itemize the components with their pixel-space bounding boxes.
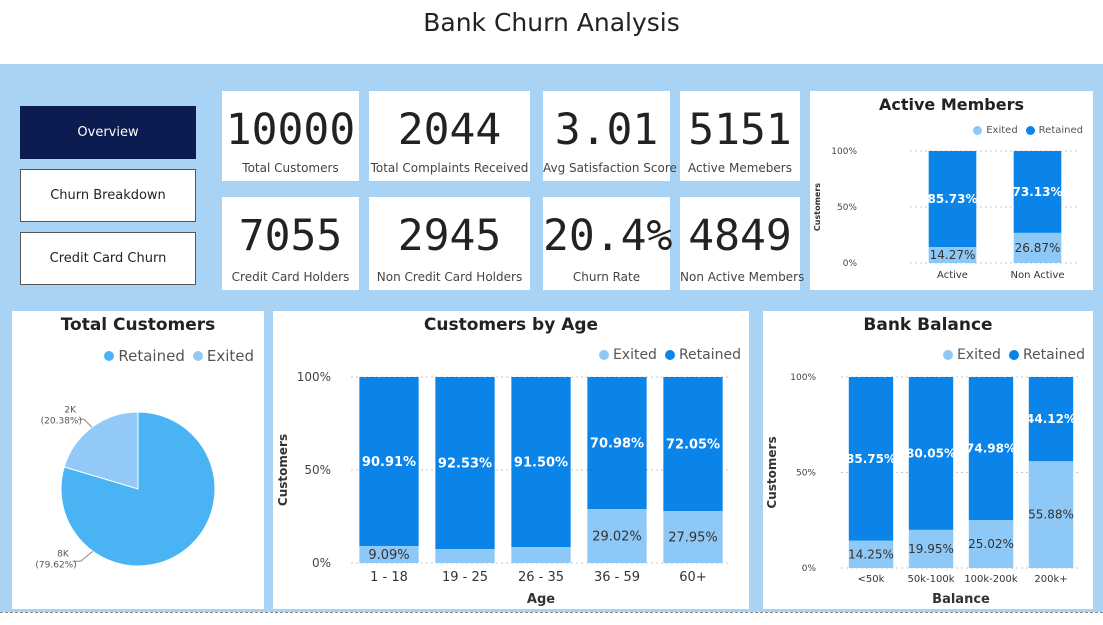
y-axis-label: Customers — [813, 183, 822, 231]
data-label-exited: 55.88% — [1028, 508, 1074, 522]
x-tick-label: <50k — [858, 574, 885, 585]
kpi-card-non-credit-card-holders: 2945 Non Credit Card Holders — [369, 197, 530, 290]
kpi-value: 5151 — [688, 105, 792, 155]
data-label-retained: 91.50% — [514, 455, 568, 470]
bank-balance-chart: 100% 50% 0% Customers Balance 85.75% 14.25% <50… — [765, 373, 1081, 607]
data-label-exited: 14.25% — [848, 547, 894, 561]
active-members-chart: 100% 50% 0% Customers 85.73% 14.27% Active 73.1… — [813, 147, 1080, 281]
nav-credit-card-churn-label: Credit Card Churn — [49, 251, 167, 266]
x-tick-label: 19 - 25 — [442, 570, 488, 585]
kpi-label: Non Credit Card Holders — [376, 270, 523, 284]
x-tick-label: 200k+ — [1034, 574, 1067, 585]
kpi-value: 4849 — [688, 211, 792, 261]
data-label-retained: 92.53% — [438, 456, 492, 471]
x-tick-label: 100k-200k — [964, 574, 1018, 585]
customers-by-age-chart: 100% 50% 0% Customers Age 90.91% 9.09% 1 - 18 92… — [276, 370, 731, 607]
kpi-card-non-active-members: 4849 Non Active Members — [680, 197, 805, 290]
kpi-label: Avg Satisfaction Score — [543, 161, 677, 175]
data-label-exited-pct: (20.38%) — [41, 416, 82, 426]
data-label-exited: 27.95% — [668, 530, 718, 545]
customers-by-age-panel: Customers by Age Exited Retained 100% 50%… — [273, 311, 749, 609]
total-customers-pie-chart: 2K(20.38%) 8K(79.62%) — [35, 405, 216, 570]
kpi-label: Total Complaints Received — [370, 161, 529, 175]
y-tick-label: 50% — [837, 203, 857, 213]
bar-exited — [435, 549, 495, 563]
kpi-value: 3.01 — [554, 105, 659, 155]
data-label-exited: 19.95% — [908, 542, 954, 556]
kpi-card-churn-rate: 20.4% Churn Rate — [543, 197, 673, 290]
y-tick-label: 50% — [304, 463, 331, 477]
nav-churn-breakdown-label: Churn Breakdown — [50, 188, 166, 203]
kpi-value: 20.4% — [543, 211, 673, 261]
data-label-retained: 74.98% — [966, 442, 1016, 456]
data-label-retained: 85.75% — [846, 452, 896, 466]
kpi-label: Non Active Members — [680, 270, 805, 284]
nav-churn-breakdown-button[interactable]: Churn Breakdown — [20, 169, 196, 222]
kpi-label: Churn Rate — [572, 270, 641, 284]
x-tick-label: 36 - 59 — [594, 570, 640, 585]
data-label-exited: 2K — [64, 405, 77, 415]
kpi-card-avg-satisfaction: 3.01 Avg Satisfaction Score — [543, 91, 677, 181]
data-label-retained: 72.05% — [666, 437, 720, 452]
y-tick-label: 100% — [790, 373, 816, 383]
data-label-retained: 80.05% — [906, 446, 956, 460]
data-label-retained: 44.12% — [1026, 412, 1076, 426]
y-tick-label: 0% — [802, 564, 817, 574]
kpi-value: 2945 — [397, 211, 502, 261]
data-label-exited: 14.27% — [930, 248, 976, 262]
data-label-retained: 73.13% — [1013, 185, 1063, 199]
title-bar: Bank Churn Analysis — [0, 0, 1103, 64]
x-tick-label: Active — [937, 270, 968, 281]
x-tick-label: 60+ — [679, 570, 706, 585]
data-label-retained: 70.98% — [590, 436, 644, 451]
y-tick-label: 100% — [831, 147, 857, 157]
y-tick-label: 50% — [796, 469, 816, 479]
kpi-label: Credit Card Holders — [231, 270, 350, 284]
x-axis-label: Age — [527, 592, 555, 607]
data-label-exited: 29.02% — [592, 529, 642, 544]
nav-overview-label: Overview — [77, 125, 139, 140]
page-title: Bank Churn Analysis — [423, 8, 680, 37]
x-tick-label: 26 - 35 — [518, 570, 564, 585]
data-label-exited: 9.09% — [368, 548, 409, 563]
kpi-value: 10000 — [225, 105, 356, 155]
kpi-label: Active Memebers — [688, 161, 792, 175]
kpi-card-total-complaints: 2044 Total Complaints Received — [369, 91, 530, 181]
data-label-retained: 85.73% — [928, 192, 978, 206]
kpi-value: 7055 — [238, 211, 343, 261]
total-customers-panel: Total Customers Retained Exited 2K (20.38… — [12, 311, 264, 609]
x-tick-label: 50k-100k — [907, 574, 954, 585]
y-tick-label: 0% — [843, 259, 858, 269]
y-tick-label: 100% — [297, 370, 331, 384]
page-tabs-strip — [0, 612, 1103, 625]
x-tick-label: 1 - 18 — [370, 570, 408, 585]
kpi-card-credit-card-holders: 7055 Credit Card Holders — [222, 197, 359, 290]
bank-balance-panel: Bank Balance Exited Retained 100% 50% 0% Cu… — [763, 311, 1093, 609]
y-axis-label: Customers — [765, 436, 779, 508]
active-members-panel: Active Members Exited Retained 100% 50% 0%… — [810, 91, 1093, 290]
kpi-card-active-members: 5151 Active Memebers — [680, 91, 800, 181]
data-label-retained: 8K — [57, 549, 70, 559]
y-tick-label: 0% — [312, 556, 331, 570]
data-label-exited: 25.02% — [968, 537, 1014, 551]
nav-credit-card-churn-button[interactable]: Credit Card Churn — [20, 232, 196, 285]
kpi-label: Total Customers — [242, 161, 339, 175]
x-tick-label: Non Active — [1010, 270, 1064, 281]
data-label-exited: 26.87% — [1015, 241, 1061, 255]
data-label-retained: 90.91% — [362, 455, 416, 470]
x-axis-label: Balance — [932, 592, 990, 607]
data-label-retained-pct: (79.62%) — [35, 560, 76, 570]
kpi-value: 2044 — [397, 105, 502, 155]
y-axis-label: Customers — [276, 434, 290, 506]
nav-overview-button[interactable]: Overview — [20, 106, 196, 159]
bar-exited — [511, 547, 571, 563]
kpi-card-total-customers: 10000 Total Customers — [222, 91, 359, 181]
